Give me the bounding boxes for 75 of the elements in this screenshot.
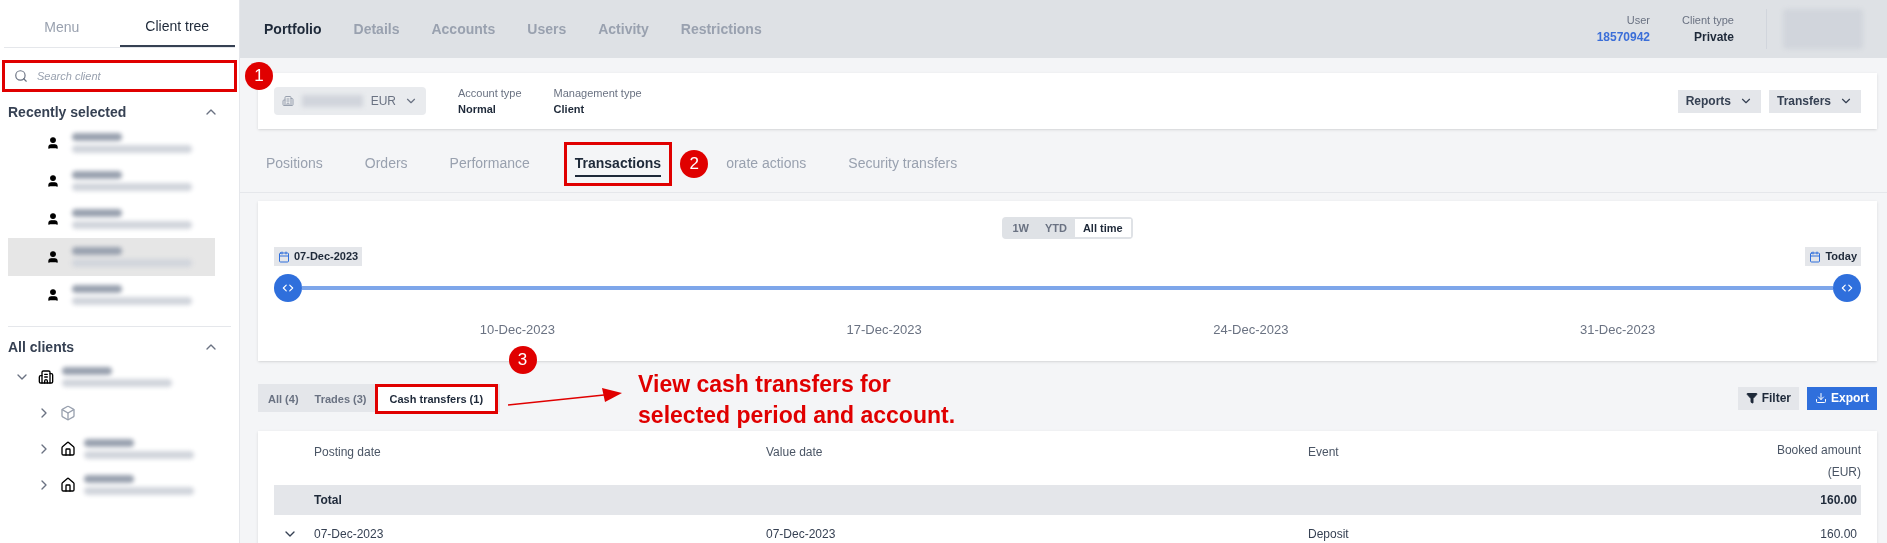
table-cell-text: Deposit [1308,526,1350,543]
header-tab[interactable]: Restrictions [680,18,762,40]
building-icon [38,369,54,385]
table-cell-text: 160.00 [1819,492,1858,509]
filter-tab[interactable]: Trades (3) [306,388,375,411]
section-tab[interactable]: Orders [356,141,416,186]
filter-button[interactable]: Filter [1737,386,1799,410]
dropdown-button[interactable]: Transfers [1768,89,1861,113]
column-header: Posting date [314,444,382,461]
end-date-button[interactable]: Today [1805,247,1861,266]
axis-label: 17-Dec-2023 [845,321,923,339]
column-header: Value date [766,444,824,461]
cube-icon [60,405,76,421]
field-value: Private [1693,29,1734,47]
filter-tab[interactable]: Cash transfers (1) [374,384,499,415]
field-value: Normal [458,102,497,117]
search-field[interactable]: Search client [2,60,237,92]
download-icon [1815,392,1827,404]
axis-label: 31-Dec-2023 [1579,321,1657,339]
account-dropdown[interactable]: EUR [274,87,426,115]
start-date-button[interactable]: 07-Dec-2023 [274,247,363,266]
calendar-icon [278,250,290,263]
annotation-text: selected period and account. [638,401,956,430]
arrows-icon [1840,281,1854,295]
annotation-text: View cash transfers for [638,370,892,399]
range-button[interactable]: YTD [1036,219,1075,237]
header-tab[interactable]: Details [353,18,400,40]
range-button[interactable]: All time [1074,219,1131,237]
person-icon [46,288,60,302]
field-label: Client type [1682,12,1734,28]
filter-icon [1745,392,1758,404]
column-header: Booked amount (EUR) [1775,442,1861,481]
section-tab[interactable]: Transactions [563,141,673,186]
search-icon [14,69,28,83]
section-title: All clients [8,337,75,357]
table-cell-text: 07-Dec-2023 [314,526,385,543]
table-cell-text: 07-Dec-2023 [766,526,837,543]
person-icon [46,174,60,188]
table-cell-text: 160.00 [1819,526,1858,543]
section-tab[interactable]: orate actions [718,141,815,186]
axis-label: 10-Dec-2023 [478,321,556,339]
step-number-badge: 2 [680,149,709,178]
calendar-icon [1809,250,1822,263]
section-tab[interactable]: Performance [441,141,538,186]
arrows-icon [281,281,295,295]
column-header: Event [1308,444,1340,461]
user-id-link[interactable]: 18570942 [1596,28,1650,47]
person-icon [46,250,60,264]
header-tab[interactable]: Accounts [431,18,496,40]
header-tab[interactable]: Activity [598,18,649,40]
header-tab[interactable]: Users [527,18,567,40]
client-list-item[interactable] [8,238,215,276]
section-tab[interactable]: Positions [258,141,331,186]
section-title: Recently selected [8,102,127,122]
person-icon [46,212,60,226]
field-label: User [1626,12,1650,28]
sidebar-tab[interactable]: Client tree [119,8,235,47]
export-button[interactable]: Export [1807,386,1877,410]
home-icon [60,477,76,493]
field-value: Client [553,102,586,117]
field-label: Management type [553,85,642,101]
person-icon [46,136,60,150]
slider-handle[interactable] [1833,274,1861,302]
header-tab[interactable]: Portfolio [264,18,322,40]
step-number-badge: 1 [245,62,273,90]
section-tab[interactable]: Security transfers [840,141,966,186]
slider-handle[interactable] [274,274,302,302]
dropdown-button[interactable]: Reports [1677,89,1761,113]
sidebar-tab[interactable]: Menu [4,8,120,47]
filter-tab[interactable]: All (4) [260,388,307,411]
range-button[interactable]: 1W [1004,219,1037,237]
home-icon [60,441,76,457]
field-label: Account type [458,85,522,101]
table-cell-text: Total [314,492,343,509]
axis-label: 24-Dec-2023 [1212,321,1290,339]
